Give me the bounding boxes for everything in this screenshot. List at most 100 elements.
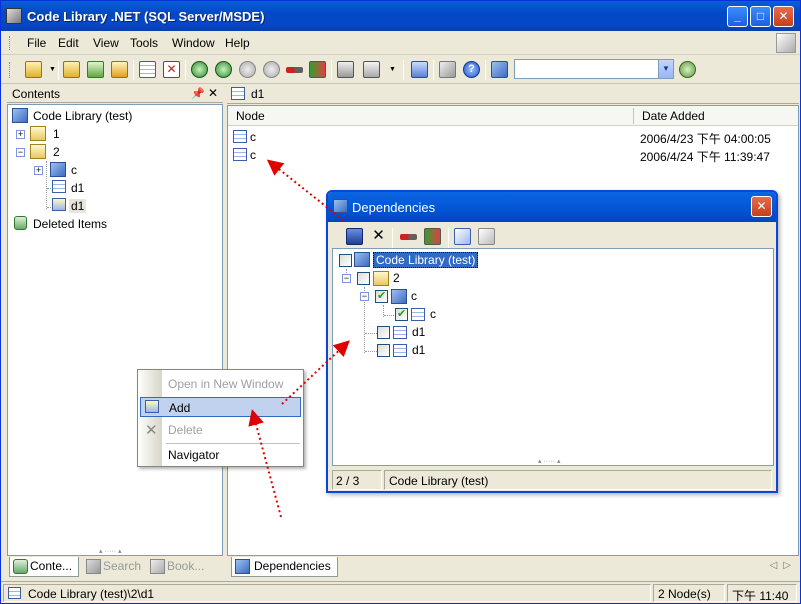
library-icon (12, 108, 28, 123)
down-icon[interactable] (263, 61, 280, 78)
pin-icon[interactable]: 📌 (191, 87, 205, 100)
collapse-icon[interactable]: − (342, 274, 351, 283)
list-row[interactable]: c 2006/4/23 下午 04:00:05 (228, 128, 798, 146)
go-icon[interactable] (679, 61, 696, 78)
toolbar-separator (133, 60, 134, 80)
back-icon[interactable] (191, 61, 208, 78)
expand-icon[interactable]: + (34, 166, 43, 175)
minimize-button[interactable]: _ (727, 6, 748, 27)
open-folder-icon[interactable] (25, 61, 42, 78)
menu-file[interactable]: File (27, 36, 46, 50)
add-dependency-icon[interactable] (309, 61, 326, 78)
print-dropdown-icon[interactable]: ▼ (389, 66, 396, 73)
column-node[interactable]: Node (236, 109, 265, 123)
maximize-button[interactable]: □ (750, 6, 771, 27)
tools-icon[interactable] (439, 61, 456, 78)
dialog-tree-root-label[interactable]: Code Library (test) (373, 252, 479, 268)
close-button[interactable]: ✕ (773, 6, 794, 27)
up-icon[interactable] (239, 61, 256, 78)
collapse-all-icon[interactable] (478, 228, 495, 245)
menu-item-open-new-window[interactable]: Open in New Window (140, 374, 301, 394)
collapse-icon[interactable]: − (360, 292, 369, 301)
tab-scroll-icon[interactable]: ◁▷ (770, 560, 797, 571)
contents-pane: Contents 📌 ✕ Code Library (test) + 1 − 2 (7, 85, 223, 579)
toolbar-separator (403, 60, 404, 80)
menu-item-navigator[interactable]: Navigator (140, 445, 301, 465)
column-separator[interactable] (633, 108, 634, 124)
expand-icon[interactable]: + (16, 130, 25, 139)
toolbar-grip[interactable] (9, 62, 12, 78)
dialog-tree-node-d1-a[interactable]: d1 (412, 325, 425, 339)
checkbox-d1-a[interactable] (377, 326, 390, 339)
splitter-grip[interactable]: ▴ ····· ▴ (99, 547, 122, 555)
tab-contents[interactable]: Conte... (9, 557, 79, 577)
app-icon[interactable] (6, 8, 22, 24)
status-node-count: 2 Node(s) (653, 584, 725, 602)
add-node-icon[interactable] (139, 61, 156, 78)
dialog-tree-node-c-child[interactable]: c (430, 307, 436, 321)
properties-icon[interactable] (111, 61, 128, 78)
menu-item-delete[interactable]: ✕ Delete (140, 420, 301, 440)
library-combobox[interactable]: ▼ (514, 59, 674, 79)
document-icon (393, 344, 407, 357)
tab-bookmarks[interactable]: Book... (147, 557, 217, 577)
status-time: 下午 11:40 (727, 584, 797, 603)
checkbox-c-child[interactable] (395, 307, 408, 321)
dialog-close-button[interactable]: ✕ (751, 196, 772, 217)
tree-line (46, 161, 47, 209)
refresh-icon[interactable] (87, 61, 104, 78)
document-bottom-tabs: Dependencies ◁▷ (227, 557, 799, 579)
dependencies-icon (235, 559, 250, 574)
menu-tools[interactable]: Tools (130, 36, 158, 50)
library-select-icon (491, 61, 508, 78)
dialog-title-bar[interactable]: Dependencies ✕ (328, 192, 776, 222)
toolbar-separator (331, 60, 332, 80)
left-pane-tabs: ▴ ····· ▴ Conte... Search Book... (7, 548, 223, 579)
remove-dependency-icon[interactable] (286, 67, 303, 73)
tab-dependencies[interactable]: Dependencies (231, 557, 338, 577)
contents-pane-header: Contents 📌 ✕ (7, 85, 223, 103)
node-group-icon (391, 289, 407, 304)
menu-help[interactable]: Help (225, 36, 250, 50)
mdi-icon[interactable] (776, 33, 796, 53)
expand-all-icon[interactable] (454, 228, 471, 245)
combobox-arrow-icon[interactable]: ▼ (658, 60, 673, 78)
dialog-title: Dependencies (352, 200, 436, 215)
dialog-tree-node-2[interactable]: 2 (393, 271, 400, 285)
menubar-grip[interactable] (9, 36, 12, 50)
remove-dependency-icon[interactable] (400, 234, 417, 240)
help-icon[interactable]: ? (463, 61, 480, 78)
delete-node-icon[interactable]: ✕ (163, 61, 180, 78)
window-icon[interactable] (411, 61, 428, 78)
collapse-icon[interactable]: − (16, 148, 25, 157)
add-dependency-icon[interactable] (424, 228, 441, 245)
menu-window[interactable]: Window (172, 36, 215, 50)
toolbar-separator (58, 60, 59, 80)
menu-bar: File Edit View Tools Window Help (1, 31, 800, 55)
new-folder-icon[interactable] (63, 61, 80, 78)
save-icon[interactable] (346, 228, 363, 245)
document-icon (52, 180, 66, 193)
dialog-tree-node-c[interactable]: c (411, 289, 417, 303)
menu-item-add[interactable]: Add (140, 397, 301, 417)
cancel-icon[interactable]: ✕ (370, 227, 387, 244)
splitter-grip[interactable]: ▴ ····· ▴ (538, 457, 561, 465)
checkbox-c[interactable] (375, 289, 388, 303)
open-dropdown-icon[interactable]: ▼ (49, 66, 56, 73)
toolbar: ▼ ✕ ▼ ? ▼ (1, 56, 800, 84)
menu-view[interactable]: View (93, 36, 119, 50)
checkbox-d1-b[interactable] (377, 344, 390, 357)
checkbox-root[interactable] (339, 254, 352, 267)
checkbox-2[interactable] (357, 272, 370, 285)
pane-close-icon[interactable]: ✕ (208, 86, 218, 100)
export-icon[interactable] (337, 61, 354, 78)
column-date-added[interactable]: Date Added (642, 109, 705, 123)
dialog-tree-node-d1-b[interactable]: d1 (412, 343, 425, 357)
print-icon[interactable] (363, 61, 380, 78)
title-bar[interactable]: Code Library .NET (SQL Server/MSDE) _ □ … (1, 1, 800, 31)
forward-icon[interactable] (215, 61, 232, 78)
document-tab[interactable]: d1 (227, 85, 799, 104)
menu-edit[interactable]: Edit (58, 36, 79, 50)
tab-search[interactable]: Search (83, 557, 145, 577)
list-row[interactable]: c 2006/4/24 下午 11:39:47 (228, 146, 798, 164)
